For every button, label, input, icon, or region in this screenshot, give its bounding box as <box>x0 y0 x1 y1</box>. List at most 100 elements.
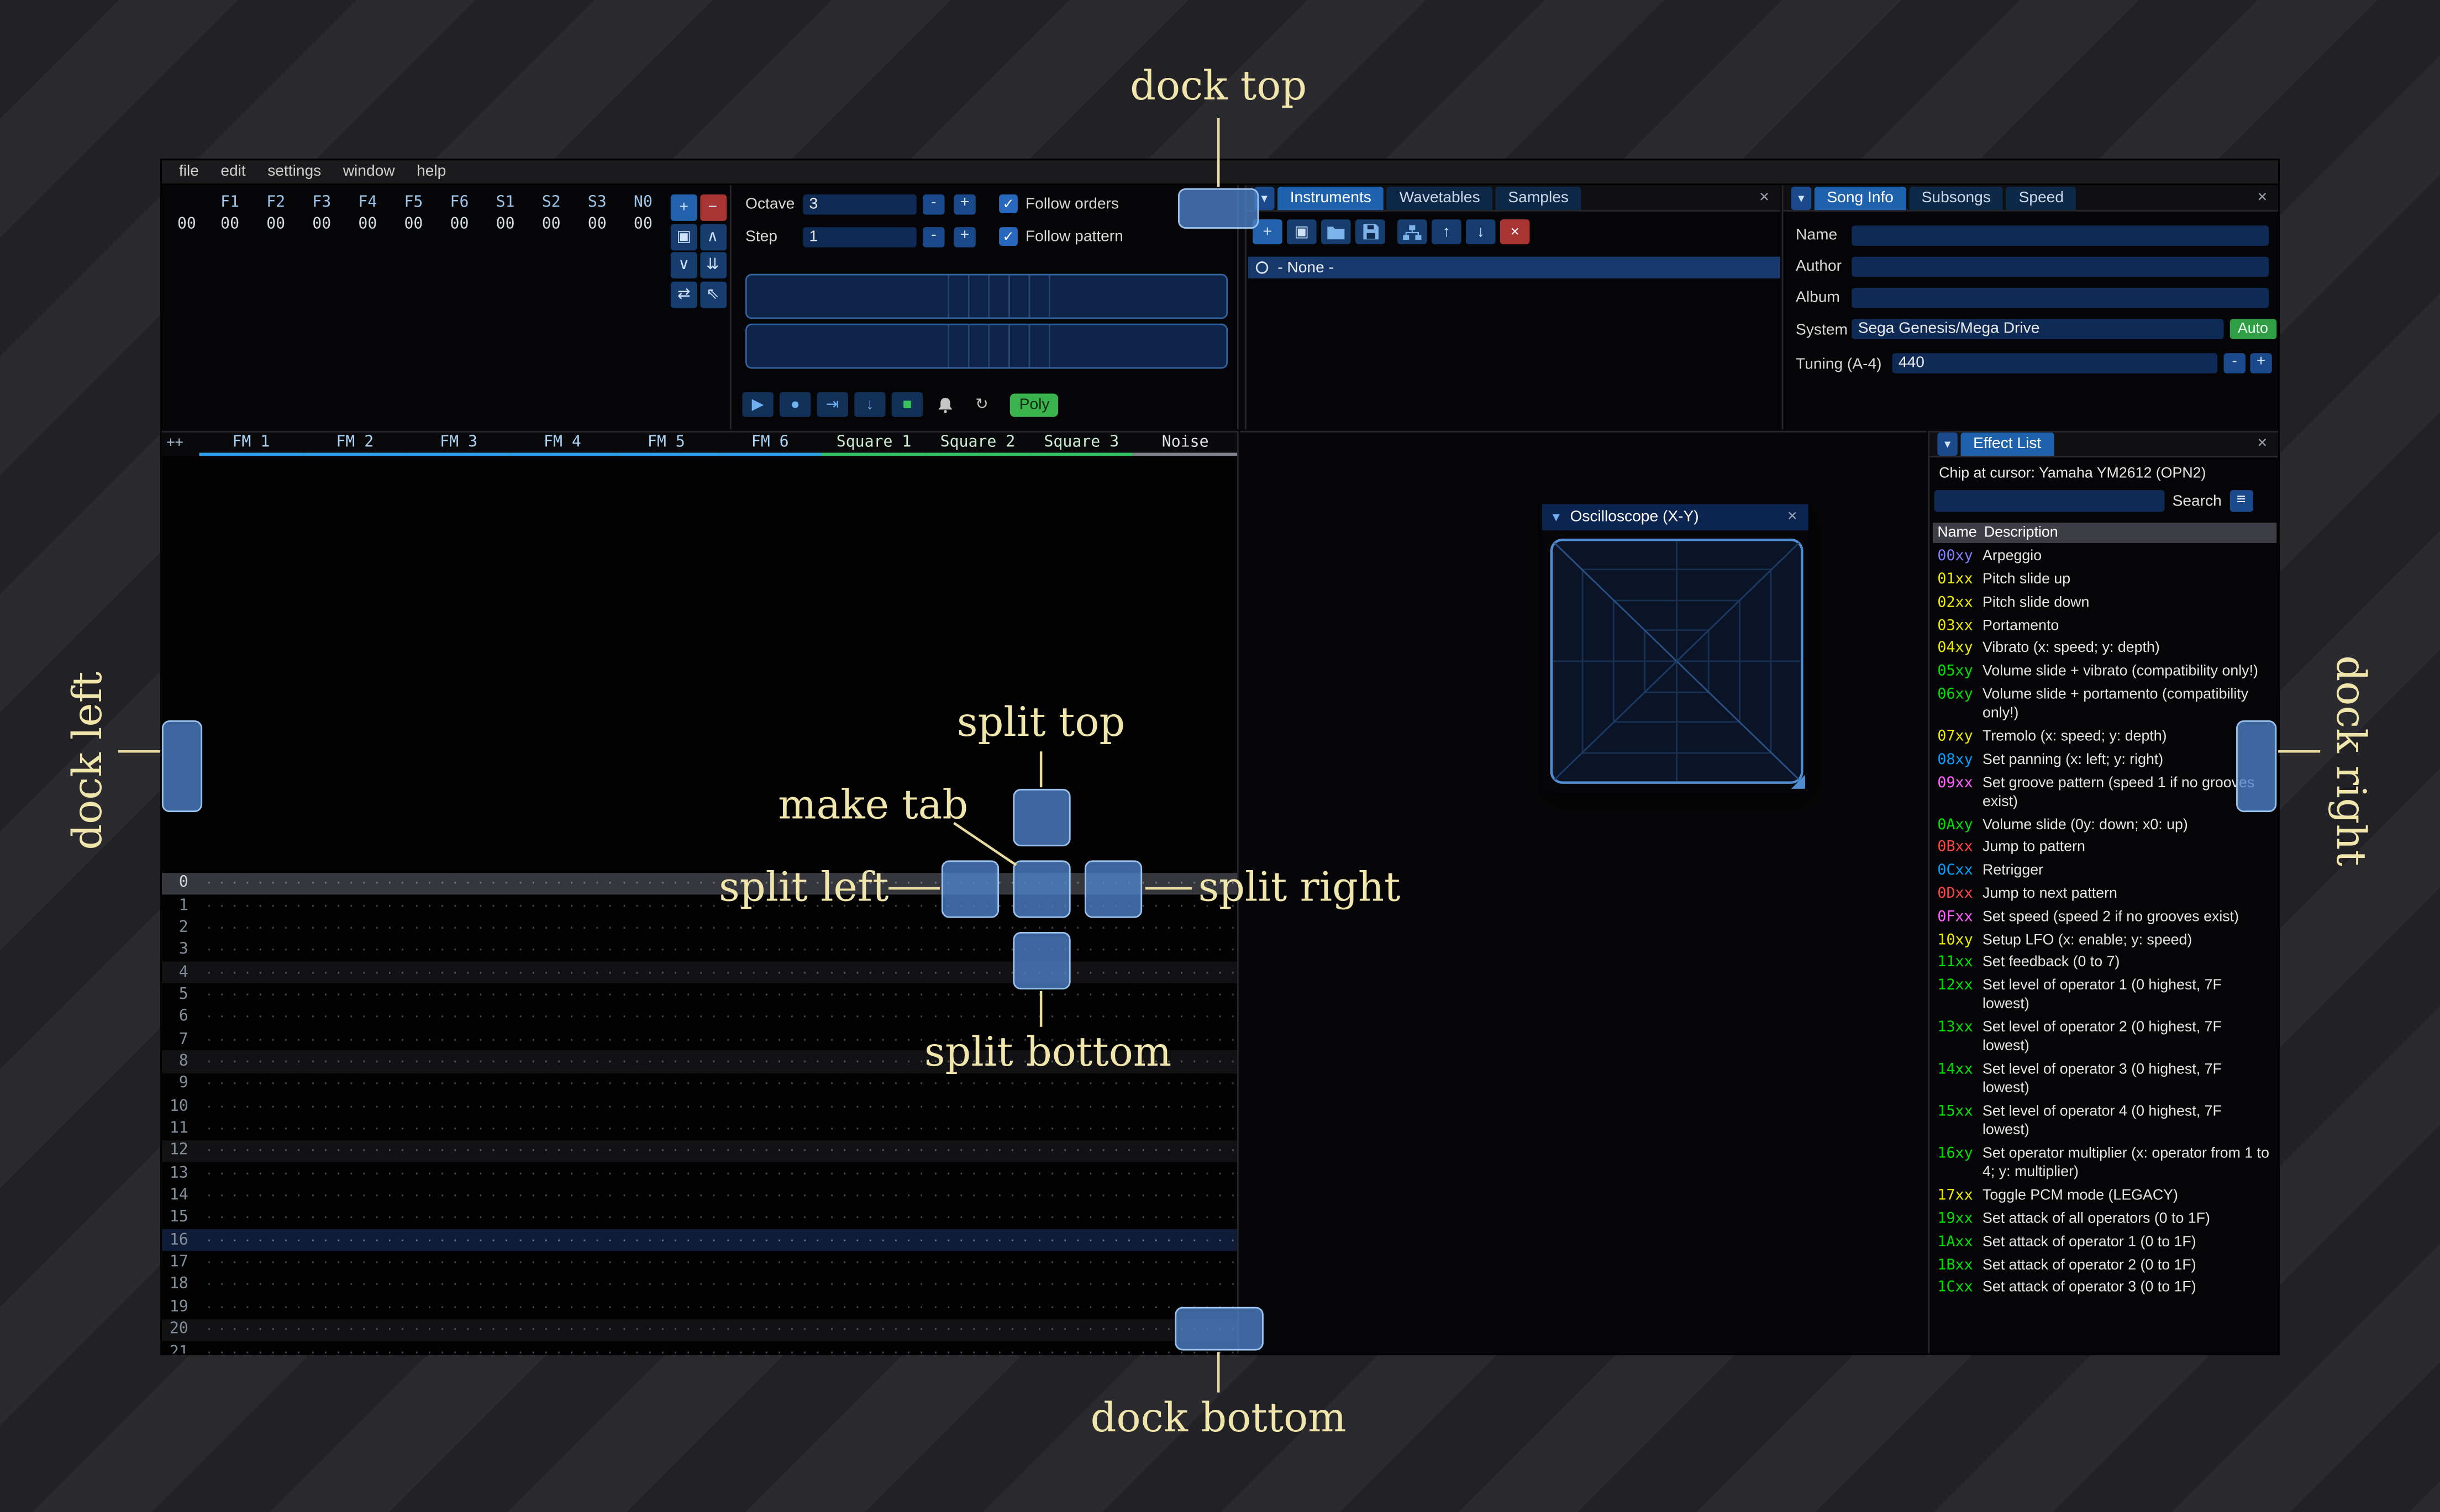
pattern-row-12[interactable]: 12 ········ ········ ········ ········ ······… <box>161 1140 1237 1163</box>
menu-item-help[interactable]: help <box>406 164 457 181</box>
channel-header-noise[interactable]: Noise <box>1133 433 1237 456</box>
split-bottom-target[interactable] <box>1013 931 1071 990</box>
pattern-row-19[interactable]: 19 ········ ········ ········ ········ ······… <box>162 1296 1237 1319</box>
save-instrument-button[interactable] <box>1355 219 1385 245</box>
pattern-cell[interactable]: ················ <box>614 1166 718 1180</box>
pattern-cell[interactable]: ················ <box>822 1256 926 1269</box>
pattern-cell[interactable]: ················ <box>925 1099 1030 1113</box>
pattern-cell[interactable]: ················ <box>407 1166 511 1180</box>
tab-wavetables[interactable]: Wavetables <box>1387 186 1493 210</box>
effect-row[interactable]: 03xx Portamento <box>1933 615 2276 639</box>
effect-row[interactable]: 1Bxx Set attack of operator 2 (0 to 1F) <box>1933 1255 2276 1278</box>
pattern-row-1[interactable]: 1 ········ ········ ········ ········ ·······… <box>162 894 1237 917</box>
pattern-cell[interactable]: ················ <box>1029 1166 1134 1180</box>
pattern-cell[interactable]: ················ <box>511 1144 614 1158</box>
pattern-cell[interactable]: ················ <box>1029 1234 1134 1247</box>
pattern-cell[interactable]: ················ <box>303 988 407 1002</box>
pattern-cell[interactable]: ················ <box>407 1300 511 1314</box>
pattern-cell[interactable]: ················ <box>199 1122 303 1136</box>
pattern-row-17[interactable]: 17 ········ ········ ········ ········ ······… <box>162 1252 1237 1274</box>
effect-row[interactable]: 13xx Set level of operator 2 (0 highest, … <box>1933 1018 2276 1060</box>
pattern-cell[interactable]: ················ <box>1133 1256 1237 1269</box>
pattern-cell[interactable]: ················ <box>614 1345 718 1353</box>
pattern-cell[interactable]: ················ <box>511 1278 614 1292</box>
orders-pattern-cell[interactable]: 00 <box>528 216 574 233</box>
split-left-target[interactable] <box>941 860 1000 918</box>
orders-pattern-cell[interactable]: 00 <box>574 216 620 233</box>
effect-row[interactable]: 0Cxx Retrigger <box>1933 860 2276 883</box>
tuning-increase-button[interactable]: + <box>2250 353 2272 373</box>
pattern-cell[interactable]: ················ <box>407 899 511 913</box>
pattern-cell[interactable]: ················ <box>718 1055 822 1068</box>
channel-header-square-2[interactable]: Square 2 <box>925 433 1029 456</box>
pattern-cell[interactable]: ················ <box>614 1278 718 1292</box>
pattern-cell[interactable]: ················ <box>407 1211 511 1225</box>
pattern-cell[interactable]: ················ <box>303 1099 407 1113</box>
resize-grip-icon[interactable] <box>1791 775 1805 789</box>
pattern-cell[interactable]: ················ <box>614 1211 718 1225</box>
pattern-cell[interactable]: ················ <box>1029 1122 1134 1136</box>
pattern-cell[interactable]: ················ <box>1133 988 1237 1002</box>
repeat-pattern-button[interactable]: ↻ <box>966 392 997 417</box>
channel-header-square-1[interactable]: Square 1 <box>822 433 926 456</box>
move-instrument-down-button[interactable]: ↓ <box>1465 219 1496 245</box>
pattern-cell[interactable]: ················ <box>511 1122 614 1136</box>
channel-header-fm-1[interactable]: FM 1 <box>199 433 303 456</box>
effect-row[interactable]: 17xx Toggle PCM mode (LEGACY) <box>1933 1186 2276 1209</box>
effect-row[interactable]: 15xx Set level of operator 4 (0 highest, … <box>1933 1102 2276 1144</box>
menu-item-file[interactable]: file <box>168 164 209 181</box>
system-select[interactable]: Sega Genesis/Mega Drive <box>1852 319 2224 339</box>
orders-pattern-cell[interactable]: 00 <box>345 216 391 233</box>
pattern-cell[interactable]: ················ <box>718 1099 822 1113</box>
pattern-cell[interactable]: ················ <box>511 988 614 1002</box>
pattern-cell[interactable]: ················ <box>511 1032 614 1046</box>
effect-row[interactable]: 1Cxx Set attack of operator 3 (0 to 1F) <box>1933 1278 2276 1301</box>
pattern-cell[interactable]: ················ <box>199 1010 303 1024</box>
pattern-cell[interactable]: ················ <box>1029 1144 1134 1158</box>
octave-input[interactable]: 3 <box>803 194 917 215</box>
order-edit-mode-button[interactable]: ⇖ <box>699 281 726 308</box>
pattern-cell[interactable]: ················ <box>1133 1234 1237 1247</box>
pattern-cell[interactable]: ················ <box>511 1234 614 1247</box>
pattern-cell[interactable]: ················ <box>199 1189 303 1203</box>
pattern-cell[interactable]: ················ <box>614 1010 718 1024</box>
pattern-cell[interactable]: ················ <box>407 1256 511 1269</box>
pattern-cell[interactable]: ················ <box>822 1122 926 1136</box>
orders-pattern-cell[interactable]: 00 <box>482 216 528 233</box>
pattern-cell[interactable]: ················ <box>407 1055 511 1068</box>
effect-row[interactable]: 02xx Pitch slide down <box>1933 592 2276 615</box>
pattern-cell[interactable]: ················ <box>1029 1256 1134 1269</box>
pattern-cell[interactable]: ················ <box>199 966 303 979</box>
pattern-cell[interactable]: ················ <box>1029 988 1134 1002</box>
channel-header-fm-4[interactable]: FM 4 <box>511 433 614 456</box>
pattern-cell[interactable]: ················ <box>511 1256 614 1269</box>
pattern-cell[interactable]: ················ <box>1133 921 1237 935</box>
pattern-cell[interactable]: ················ <box>925 1077 1030 1091</box>
pattern-cell[interactable]: ················ <box>1029 1300 1134 1314</box>
pattern-row-11[interactable]: 11 ········ ········ ········ ········ ······… <box>162 1118 1237 1140</box>
pattern-cell[interactable]: ················ <box>199 1144 303 1158</box>
pattern-cell[interactable]: ················ <box>1133 1166 1237 1180</box>
pattern-cell[interactable]: ················ <box>822 1166 926 1180</box>
pattern-row-2[interactable]: 2 ········ ········ ········ ········ ·······… <box>162 916 1237 939</box>
step-input[interactable]: 1 <box>803 227 917 247</box>
pattern-cell[interactable]: ················ <box>614 1122 718 1136</box>
pattern-cell[interactable]: ················ <box>1029 1323 1134 1336</box>
collapse-arrow-icon[interactable]: ▼ <box>1550 510 1562 524</box>
pattern-cell[interactable]: ················ <box>1133 1189 1237 1203</box>
menu-item-edit[interactable]: edit <box>210 164 257 181</box>
pattern-cell[interactable]: ················ <box>303 921 407 935</box>
pattern-cell[interactable]: ················ <box>1133 1211 1237 1225</box>
pattern-cell[interactable]: ················ <box>303 1032 407 1046</box>
pattern-cell[interactable]: ················ <box>718 1010 822 1024</box>
octave-increase-button[interactable]: + <box>954 194 976 215</box>
make-tab-target[interactable] <box>1013 860 1071 918</box>
poly-toggle-button[interactable]: Poly <box>1009 393 1059 417</box>
effect-row[interactable]: 06xy Volume slide + portamento (compatibi… <box>1933 684 2276 726</box>
remove-order-button[interactable]: − <box>699 194 726 221</box>
pattern-cell[interactable]: ················ <box>925 1010 1030 1024</box>
pattern-cell[interactable]: ················ <box>303 1189 407 1203</box>
pattern-cell[interactable]: ················ <box>925 988 1030 1002</box>
pattern-cell[interactable]: ················ <box>1029 1077 1134 1091</box>
split-top-target[interactable] <box>1013 788 1071 847</box>
